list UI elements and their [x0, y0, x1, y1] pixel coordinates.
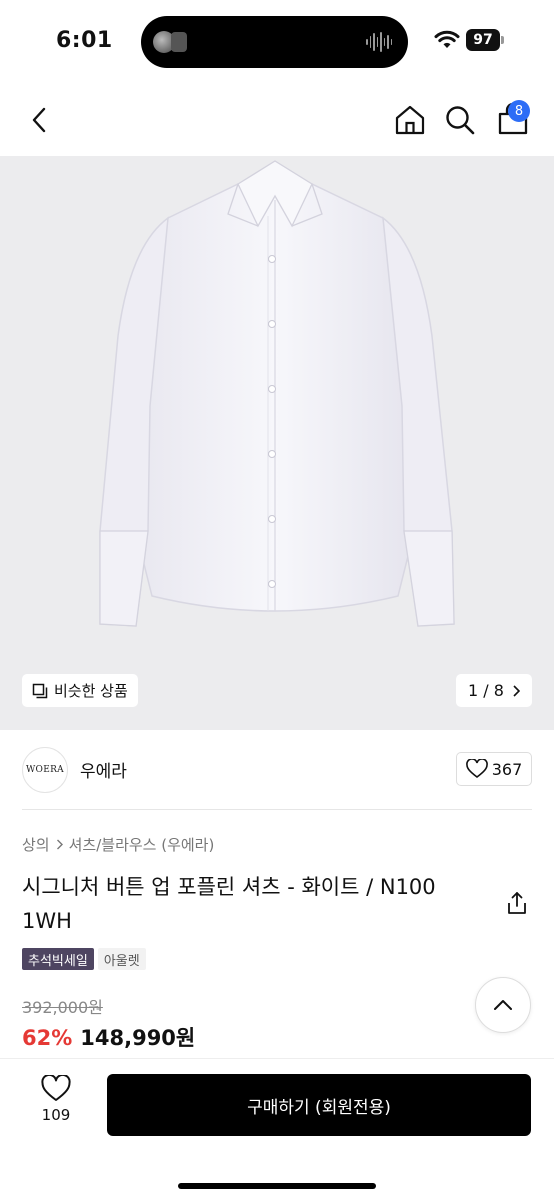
image-pager-text: 1 / 8 — [468, 681, 504, 700]
original-price: 392,000원 — [22, 998, 103, 1017]
similar-products-label: 비슷한 상품 — [54, 682, 128, 700]
brand-like-count: 367 — [491, 759, 523, 779]
heart-icon — [41, 1075, 71, 1101]
sale-tag: 추석빅세일 — [22, 948, 94, 970]
similar-products-button[interactable]: 비슷한 상품 — [22, 674, 138, 707]
image-pager-button[interactable]: 1 / 8 — [456, 674, 532, 707]
wishlist-button[interactable]: 109 — [30, 1075, 82, 1131]
bottom-action-bar: 109 구매하기 (회원전용) — [0, 1058, 554, 1200]
heart-icon — [465, 759, 488, 779]
top-nav — [0, 84, 554, 156]
brand-name[interactable]: 우에라 — [80, 757, 127, 782]
wishlist-count: 109 — [41, 1106, 71, 1124]
copy-icon — [32, 683, 48, 698]
share-icon[interactable] — [504, 890, 530, 916]
battery-level: 97 — [466, 29, 500, 51]
cart-count-badge: 8 — [508, 100, 530, 122]
product-tags: 추석빅세일 아울렛 — [22, 948, 146, 970]
back-button[interactable] — [24, 104, 54, 136]
buy-button[interactable]: 구매하기 (회원전용) — [107, 1074, 531, 1136]
home-indicator — [178, 1183, 376, 1189]
breadcrumb-item[interactable]: 상의 — [22, 834, 50, 855]
discount-rate: 62% — [22, 1026, 73, 1050]
chevron-right-icon — [56, 839, 63, 850]
island-artwork — [171, 32, 187, 52]
status-time: 6:01 — [56, 28, 113, 53]
product-image-gallery[interactable]: 비슷한 상품 1 / 8 — [0, 156, 554, 730]
search-icon[interactable] — [444, 104, 476, 136]
wifi-icon — [434, 30, 460, 48]
scroll-to-top-button[interactable] — [475, 977, 531, 1033]
breadcrumb-item[interactable]: 셔츠/블라우스 (우에라) — [69, 834, 215, 855]
battery-indicator: 97 — [466, 29, 504, 51]
brand-logo[interactable]: WOERA — [22, 747, 68, 793]
status-bar: 6:01 97 — [0, 0, 554, 84]
outlet-tag: 아울렛 — [97, 948, 146, 970]
sale-price: 148,990원 — [80, 1026, 196, 1050]
audio-wave-icon — [366, 30, 392, 54]
brand-like-button[interactable]: 367 — [456, 752, 532, 786]
product-title: 시그니처 버튼 업 포플린 셔츠 - 화이트 / N100 1WH — [22, 875, 436, 933]
chevron-right-icon — [513, 684, 520, 697]
product-shirt-image — [99, 160, 455, 627]
dynamic-island — [141, 16, 408, 68]
chevron-up-icon — [494, 1000, 512, 1010]
breadcrumb: 상의 셔츠/블라우스 (우에라) — [22, 834, 214, 855]
chevron-left-icon — [32, 107, 46, 133]
price-row: 62% 148,990원 — [22, 1022, 195, 1052]
brand-row: WOERA 우에라 367 — [22, 730, 532, 810]
home-icon[interactable] — [394, 104, 426, 136]
